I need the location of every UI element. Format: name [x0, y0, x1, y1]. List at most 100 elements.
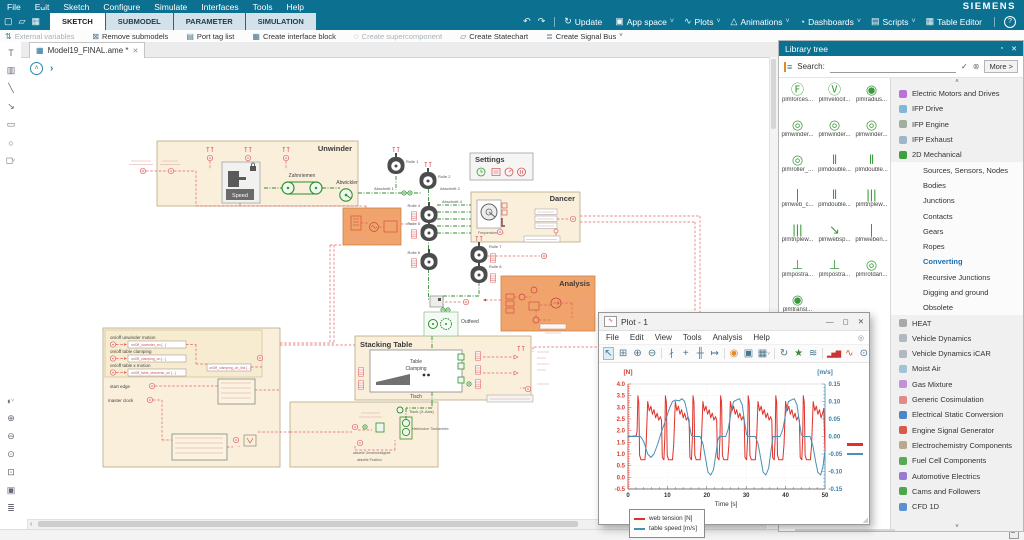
- zoom-fit-icon[interactable]: ⊙: [3, 447, 18, 462]
- mode-tab[interactable]: SKETCH: [49, 13, 106, 30]
- line-chart[interactable]: -0.5 0.0 0.5 1.0 1.5 2.0 2.5 3.0 3.5 4.0 -0.15 -0.1…: [599, 363, 869, 523]
- library-category[interactable]: Vehicle Dynamics: [891, 331, 1023, 346]
- library-category[interactable]: Junctions: [891, 193, 1023, 209]
- copy-layout-icon[interactable]: ▣: [743, 347, 753, 360]
- library-component[interactable]: Ⓥ plmvelocit...: [816, 82, 853, 117]
- library-component[interactable]: ||| plmtriplew...: [853, 187, 890, 222]
- double-cursor-icon[interactable]: ╫: [695, 347, 705, 360]
- menu-item[interactable]: Configure: [96, 2, 147, 12]
- animations-button[interactable]: △ Animations ˅: [731, 16, 790, 27]
- float-panel-icon[interactable]: ▫: [1001, 45, 1003, 53]
- snapshot-icon[interactable]: ◉: [729, 347, 739, 360]
- menu-item[interactable]: Tools: [246, 2, 280, 12]
- library-component[interactable]: ‖ plmdouble...: [853, 152, 890, 187]
- arrow-tool-icon[interactable]: ↘: [3, 99, 18, 114]
- settings-region[interactable]: Settings: [469, 152, 534, 181]
- create-supercomponent-button[interactable]: ◌ Create supercomponent: [354, 32, 445, 41]
- library-category[interactable]: Gas Mixture: [891, 377, 1023, 392]
- library-component[interactable]: ◉ plmradius...: [853, 82, 890, 117]
- library-zoom-slider[interactable]: [795, 529, 895, 531]
- pin-icon[interactable]: ◎: [858, 334, 864, 342]
- zoom-out-icon[interactable]: ⊖: [3, 429, 18, 444]
- library-component[interactable]: ◎ plmwinder...: [779, 117, 816, 152]
- search-input[interactable]: [829, 60, 957, 73]
- mode-tab[interactable]: SUBMODEL: [105, 13, 174, 30]
- select-cursor-icon[interactable]: ↖: [603, 347, 614, 360]
- zoom-out-icon[interactable]: ⊖: [647, 347, 657, 360]
- create-interface-block-button[interactable]: ▦ Create interface block: [252, 32, 339, 41]
- analysis-region[interactable]: Analysis: [500, 275, 596, 332]
- search-confirm-icon[interactable]: ✓: [961, 62, 968, 71]
- menu-item[interactable]: File: [0, 2, 28, 12]
- unwinder-control-region[interactable]: [342, 207, 402, 246]
- library-category[interactable]: CFD 1D: [891, 499, 1023, 514]
- plot-menu-item[interactable]: File: [606, 333, 619, 342]
- library-category[interactable]: Converting: [891, 254, 1023, 270]
- ellipse-tool-icon[interactable]: ○: [3, 135, 18, 150]
- line-tool-icon[interactable]: ╲: [3, 81, 18, 96]
- close-icon[interactable]: ✕: [858, 317, 864, 326]
- library-category[interactable]: Moist Air: [891, 361, 1023, 376]
- zoom-in-icon[interactable]: ⊕: [632, 347, 642, 360]
- create-signal-bus-button[interactable]: ≣ Create Signal Bus ˅: [546, 32, 623, 41]
- library-category[interactable]: Recursive Junctions: [891, 269, 1023, 285]
- library-component[interactable]: ⊥ plmpostra...: [816, 257, 853, 292]
- document-tab[interactable]: ▦ Model19_FINAL.ame * ✕: [29, 42, 146, 58]
- remove-submodels-button[interactable]: ⊠ Remove submodels: [92, 32, 171, 41]
- refresh-icon[interactable]: ↻: [779, 347, 789, 360]
- dashboards-button[interactable]: ◔ Dashboards ˅: [800, 17, 861, 27]
- library-component[interactable]: ||| plmtriplew...: [779, 222, 816, 257]
- scroll-down-icon[interactable]: ˅: [891, 523, 1023, 531]
- library-category[interactable]: Fuel Cell Components: [891, 453, 1023, 468]
- close-panel-icon[interactable]: ✕: [1011, 45, 1017, 53]
- library-category[interactable]: Automotive Electrics: [891, 468, 1023, 483]
- plot-options-icon[interactable]: ⊙: [859, 347, 869, 360]
- menu-item[interactable]: Sketch: [56, 2, 96, 12]
- plots-button[interactable]: ∿ Plots ˅: [684, 16, 721, 27]
- library-category[interactable]: Cams and Followers: [891, 484, 1023, 499]
- library-component[interactable]: ◎ plmroller_...: [779, 152, 816, 187]
- library-component[interactable]: ‖ plmdouble...: [816, 152, 853, 187]
- create-statechart-button[interactable]: ▱ Create Statechart: [460, 32, 531, 41]
- library-category[interactable]: 2D Mechanical: [891, 147, 1023, 162]
- library-category[interactable]: IFP Engine: [891, 117, 1023, 132]
- library-component[interactable]: ∣ plmweb_c...: [779, 187, 816, 222]
- library-category[interactable]: Ropes: [891, 238, 1023, 255]
- library-category[interactable]: IFP Drive: [891, 101, 1023, 116]
- mode-tab[interactable]: PARAMETER: [173, 13, 246, 30]
- plot-menu-item[interactable]: Tools: [683, 333, 702, 342]
- histogram-icon[interactable]: ▂▅▇: [827, 347, 841, 360]
- plot-window[interactable]: ∿ Plot - 1 — ◻ ✕ File Edit View Tools Analys…: [598, 312, 870, 538]
- plot-menu-item[interactable]: View: [655, 333, 672, 342]
- plot-menu-item[interactable]: Edit: [630, 333, 644, 342]
- library-category[interactable]: Obsolete: [891, 300, 1023, 316]
- world-view-icon[interactable]: ◐ ˅: [3, 393, 18, 408]
- library-category[interactable]: Generic Cosimulation: [891, 392, 1023, 407]
- close-tab-icon[interactable]: ✕: [133, 47, 139, 55]
- undo-icon[interactable]: ↶: [523, 16, 531, 27]
- expand-breadcrumb-icon[interactable]: ›: [50, 63, 53, 74]
- library-component[interactable]: ↘ plmwebsp...: [816, 222, 853, 257]
- library-category[interactable]: Electrical Static Conversion: [891, 407, 1023, 422]
- search-clear-icon[interactable]: ⊗: [973, 62, 980, 71]
- plot-window-titlebar[interactable]: ∿ Plot - 1 — ◻ ✕: [599, 313, 869, 331]
- library-component[interactable]: ⊥ plmpostra...: [779, 257, 816, 292]
- app-space-button[interactable]: ▣ App space ˅: [615, 16, 674, 27]
- library-component[interactable]: Ⓕ plmforces...: [779, 82, 816, 117]
- port-tag-list-button[interactable]: ▤ Port tag list: [186, 32, 237, 41]
- more-button[interactable]: More >: [984, 60, 1018, 73]
- vertical-cursor-icon[interactable]: ∤: [666, 347, 676, 360]
- library-component[interactable]: ◎ plmrotdan...: [853, 257, 890, 292]
- menu-item[interactable]: Simulate: [147, 2, 194, 12]
- rectangle-tool-icon[interactable]: ▭: [3, 117, 18, 132]
- redo-icon[interactable]: ↷: [538, 16, 546, 27]
- scroll-up-icon[interactable]: ˄: [891, 78, 1023, 86]
- curve-star-icon[interactable]: ★: [793, 347, 803, 360]
- zoom-window-icon[interactable]: ⊞: [618, 347, 628, 360]
- cursor-play-icon[interactable]: ↦: [709, 347, 719, 360]
- plot-menu-item[interactable]: Help: [753, 333, 769, 342]
- library-category[interactable]: Digging and ground: [891, 284, 1023, 301]
- library-category[interactable]: Electric Motors and Drives: [891, 86, 1023, 101]
- library-component[interactable]: ‖ plmdouble...: [816, 187, 853, 222]
- library-component[interactable]: ◎ plmwinder...: [853, 117, 890, 152]
